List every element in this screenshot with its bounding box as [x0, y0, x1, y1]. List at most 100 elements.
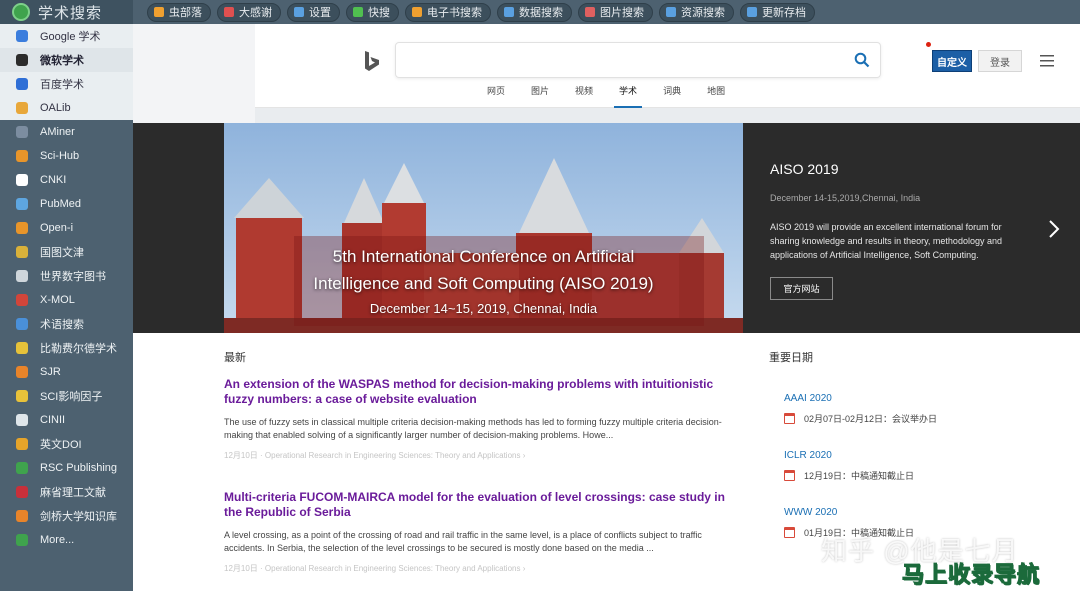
- conference-item: ICLR 2020 12月19日：中稿通知截止日: [784, 450, 1004, 482]
- sidebar-item[interactable]: 比勒费尔德学术: [0, 336, 133, 360]
- sidebar-item[interactable]: RSC Publishing: [0, 456, 133, 480]
- search-input[interactable]: [395, 42, 881, 78]
- search-tab[interactable]: 地图: [694, 84, 738, 103]
- toolbar-button[interactable]: 设置: [287, 2, 340, 22]
- baidu-icon: [16, 78, 28, 90]
- sidebar-item[interactable]: CINII: [0, 408, 133, 432]
- left-gutter: [133, 24, 255, 123]
- sidebar-item[interactable]: 剑桥大学知识库: [0, 504, 133, 528]
- toolbar-button[interactable]: 数据搜索: [497, 2, 572, 22]
- toolbar-button-label: 设置: [309, 7, 331, 19]
- toolbar-button[interactable]: 图片搜索: [578, 2, 653, 22]
- conference-name[interactable]: ICLR 2020: [784, 450, 1004, 461]
- toolbar-button[interactable]: 资源搜索: [659, 2, 734, 22]
- sidebar-item[interactable]: Sci-Hub: [0, 144, 133, 168]
- calendar-icon: [784, 527, 795, 538]
- sidebar-item-label: CINII: [40, 414, 66, 426]
- sidebar-item-label: SCI影响因子: [40, 391, 103, 403]
- sidebar-item[interactable]: 微软学术: [0, 48, 133, 72]
- article-title[interactable]: Multi-criteria FUCOM-MAIRCA model for th…: [224, 490, 744, 520]
- search-tab[interactable]: 学术: [606, 84, 650, 108]
- sidebar-item-label: Google 学术: [40, 31, 101, 43]
- sidebar-item-label: PubMed: [40, 198, 81, 210]
- toolbar-button-label: 资源搜索: [681, 7, 725, 19]
- sidebar-item[interactable]: More...: [0, 528, 133, 552]
- article-meta[interactable]: 12月10日 · Operational Research in Enginee…: [224, 450, 744, 461]
- hero-info-panel: AISO 2019 December 14-15,2019,Chennai, I…: [743, 123, 1080, 333]
- official-site-button[interactable]: 官方网站: [770, 277, 833, 300]
- brand-logo-icon: [12, 3, 30, 21]
- wdl-icon: [16, 270, 28, 282]
- sidebar-item[interactable]: Open-i: [0, 216, 133, 240]
- sidebar: 学术搜索 Google 学术微软学术百度学术 OALib AMiner Sci-Hub…: [0, 0, 133, 591]
- search-icon[interactable]: [854, 52, 870, 68]
- hero-image[interactable]: 5th International Conference on Artifici…: [224, 123, 743, 333]
- article-snippet: A level crossing, as a point of the cros…: [224, 530, 702, 553]
- article-meta[interactable]: 12月10日 · Operational Research in Enginee…: [224, 563, 744, 574]
- sidebar-item-label: 术语搜索: [40, 319, 84, 331]
- article-title[interactable]: An extension of the WASPAS method for de…: [224, 377, 744, 407]
- sidebar-item[interactable]: 术语搜索: [0, 312, 133, 336]
- toolbar-button[interactable]: 虫部落: [147, 2, 211, 22]
- toolbar-button[interactable]: 快搜: [346, 2, 399, 22]
- sidebar-item[interactable]: 世界数字图书: [0, 264, 133, 288]
- overlay-line-3: December 14~15, 2019, Chennai, India: [369, 301, 598, 316]
- login-button[interactable]: 登录: [978, 50, 1022, 72]
- cambridge-icon: [16, 510, 28, 522]
- bing-header: 自定义 登录 网页 图片 视频 学术 词典 地图: [255, 24, 1080, 108]
- top-toolbar: 虫部落 大感谢 设置 快搜 电子书搜索 数据搜索 图片搜索 资源搜索 更新存档: [133, 0, 1080, 24]
- sidebar-item-label: Open-i: [40, 222, 74, 234]
- sci-icon: [16, 390, 28, 402]
- sidebar-brand-label: 学术搜索: [38, 4, 103, 22]
- sidebar-item[interactable]: AMiner: [0, 120, 133, 144]
- search-tab[interactable]: 词典: [650, 84, 694, 103]
- book-icon: [412, 7, 422, 17]
- sidebar-item[interactable]: CNKI: [0, 168, 133, 192]
- sidebar-item[interactable]: SCI影响因子: [0, 384, 133, 408]
- sidebar-list: Google 学术微软学术百度学术 OALib AMiner Sci-Hub CNKI P…: [0, 24, 133, 552]
- toolbar-button[interactable]: 大感谢: [217, 2, 281, 22]
- heart-icon: [224, 7, 234, 17]
- scihub-icon: [16, 150, 28, 162]
- app-window: 学术搜索 Google 学术微软学术百度学术 OALib AMiner Sci-Hub…: [0, 0, 1080, 591]
- sidebar-item-label: SJR: [40, 366, 61, 378]
- sidebar-item[interactable]: 百度学术: [0, 72, 133, 96]
- toolbar-button[interactable]: 更新存档: [740, 2, 815, 22]
- article-item: Multi-criteria FUCOM-MAIRCA model for th…: [224, 490, 744, 574]
- sidebar-item[interactable]: OALib: [0, 96, 133, 120]
- sidebar-item-label: 剑桥大学知识库: [40, 511, 117, 523]
- toolbar-button-label: 电子书搜索: [427, 7, 482, 19]
- bing-logo-icon[interactable]: [363, 50, 381, 72]
- sidebar-item[interactable]: 麻省理工文献: [0, 480, 133, 504]
- search-tabs: 网页 图片 视频 学术 词典 地图: [474, 84, 738, 108]
- custom-button[interactable]: 自定义: [932, 50, 972, 72]
- search-tab[interactable]: 网页: [474, 84, 518, 103]
- toolbar-button-label: 虫部落: [169, 7, 202, 19]
- sidebar-item-label: CNKI: [40, 174, 67, 186]
- hero-date: December 14-15,2019,Chennai, India: [770, 193, 921, 203]
- sidebar-item-label: 世界数字图书: [40, 271, 106, 283]
- rsc-icon: [16, 462, 28, 474]
- toolbar-button[interactable]: 电子书搜索: [405, 2, 491, 22]
- sidebar-item[interactable]: Google 学术: [0, 24, 133, 48]
- important-dates-heading: 重要日期: [769, 352, 813, 364]
- sidebar-item[interactable]: X-MOL: [0, 288, 133, 312]
- search-tab[interactable]: 视频: [562, 84, 606, 103]
- sidebar-item[interactable]: SJR: [0, 360, 133, 384]
- sidebar-item-label: X-MOL: [40, 294, 75, 306]
- chevron-right-icon[interactable]: [1048, 219, 1060, 239]
- search-tab[interactable]: 图片: [518, 84, 562, 103]
- sidebar-item[interactable]: 英文DOI: [0, 432, 133, 456]
- bing-icon: [16, 54, 28, 66]
- image-icon: [585, 7, 595, 17]
- sidebar-item[interactable]: PubMed: [0, 192, 133, 216]
- overlay-line-2: Intelligence and Soft Computing (AISO 20…: [313, 274, 654, 293]
- conference-name[interactable]: WWW 2020: [784, 507, 1004, 518]
- cloud-icon: [666, 7, 676, 17]
- sidebar-item-label: 麻省理工文献: [40, 487, 106, 499]
- hamburger-menu-icon[interactable]: [1040, 55, 1054, 67]
- conference-name[interactable]: AAAI 2020: [784, 393, 1004, 404]
- sidebar-item-label: 百度学术: [40, 79, 84, 91]
- sidebar-item[interactable]: 国图文津: [0, 240, 133, 264]
- sidebar-item-label: OALib: [40, 102, 71, 114]
